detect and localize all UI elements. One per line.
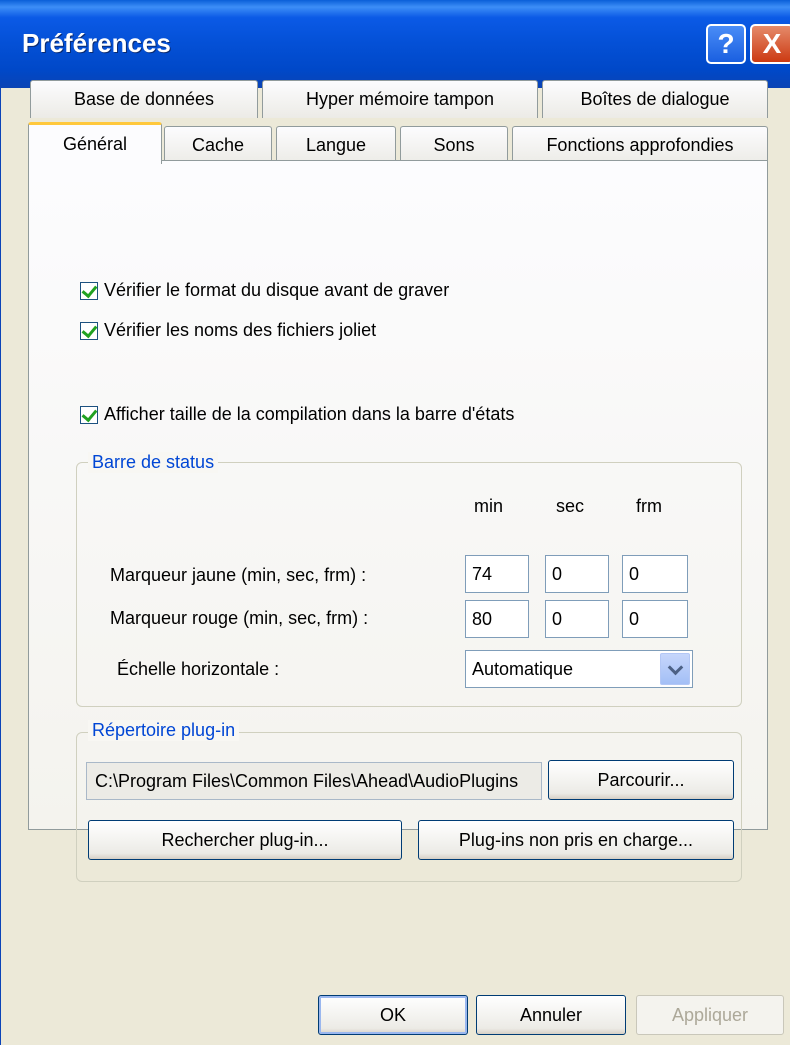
column-min-header: min xyxy=(474,496,504,516)
help-button[interactable]: ? xyxy=(706,24,746,64)
horizontal-scale-label: Échelle horizontale : xyxy=(117,659,280,679)
unsupported-plugins-button[interactable]: Plug-ins non pris en charge... xyxy=(418,820,734,860)
check-disk-format-label: Vérifier le format du disque avant de gr… xyxy=(104,280,450,300)
cancel-button[interactable]: Annuler xyxy=(476,995,626,1035)
column-sec-header: sec xyxy=(556,496,585,516)
tab-general[interactable]: Général xyxy=(28,122,162,164)
tab-fonctions-approfondies[interactable]: Fonctions approfondies xyxy=(512,126,768,164)
tab-sons[interactable]: Sons xyxy=(400,126,508,164)
window-title: Préférences xyxy=(22,28,171,58)
tab-base-de-donnees[interactable]: Base de données xyxy=(30,80,258,118)
plugin-path-field[interactable]: C:\Program Files\Common Files\Ahead\Audi… xyxy=(86,762,542,800)
tab-hyper-memoire-tampon[interactable]: Hyper mémoire tampon xyxy=(262,80,538,118)
show-compilation-size-label: Afficher taille de la compilation dans l… xyxy=(104,404,515,424)
yellow-min-input[interactable]: 74 xyxy=(465,555,529,593)
tab-cache[interactable]: Cache xyxy=(164,126,272,164)
tab-boites-de-dialogue[interactable]: Boîtes de dialogue xyxy=(542,80,768,118)
title-bar: Préférences ? X xyxy=(0,0,790,88)
horizontal-scale-select[interactable]: Automatique xyxy=(465,650,693,688)
close-icon: X xyxy=(762,28,782,59)
ok-button[interactable]: OK xyxy=(318,995,468,1035)
browse-button[interactable]: Parcourir... xyxy=(548,760,734,800)
horizontal-scale-value: Automatique xyxy=(472,658,574,679)
check-joliet-option[interactable]: Vérifier les noms des fichiers joliet xyxy=(80,320,376,341)
tab-langue[interactable]: Langue xyxy=(276,126,396,164)
checkbox-checked-icon[interactable] xyxy=(80,405,98,424)
apply-button[interactable]: Appliquer xyxy=(636,995,784,1035)
chevron-down-icon[interactable] xyxy=(660,653,690,685)
checkbox-checked-icon[interactable] xyxy=(80,321,98,340)
check-joliet-label: Vérifier les noms des fichiers joliet xyxy=(104,320,377,340)
yellow-marker-label: Marqueur jaune (min, sec, frm) : xyxy=(110,565,367,585)
column-frm-header: frm xyxy=(636,496,662,516)
checkbox-checked-icon[interactable] xyxy=(80,281,98,300)
status-bar-group-title: Barre de status xyxy=(88,452,219,473)
check-disk-format-option[interactable]: Vérifier le format du disque avant de gr… xyxy=(80,280,449,301)
red-sec-input[interactable]: 0 xyxy=(545,600,609,638)
close-button[interactable]: X xyxy=(750,24,790,64)
red-marker-label: Marqueur rouge (min, sec, frm) : xyxy=(110,608,369,628)
search-plugin-button[interactable]: Rechercher plug-in... xyxy=(88,820,402,860)
show-compilation-size-option[interactable]: Afficher taille de la compilation dans l… xyxy=(80,404,514,425)
help-icon: ? xyxy=(717,28,735,59)
yellow-frm-input[interactable]: 0 xyxy=(622,555,688,593)
plugin-group-title: Répertoire plug-in xyxy=(88,720,240,741)
red-min-input[interactable]: 80 xyxy=(465,600,529,638)
red-frm-input[interactable]: 0 xyxy=(622,600,688,638)
yellow-sec-input[interactable]: 0 xyxy=(545,555,609,593)
